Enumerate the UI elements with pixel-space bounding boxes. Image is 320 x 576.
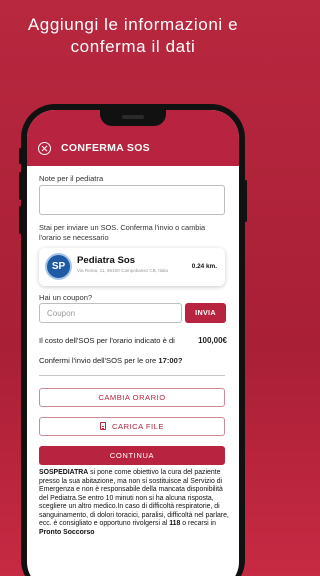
pediatrician-distance: 0.24 km.	[191, 263, 217, 270]
sos-info-text: Stai per inviare un SOS. Conferma l'invi…	[39, 223, 206, 242]
confirm-time: 17:00?	[158, 356, 183, 365]
cost-label: Il costo dell'SOS per l'orario indicato …	[39, 336, 175, 345]
continue-label: CONTINUA	[109, 451, 155, 460]
phone-volume-up	[19, 172, 21, 200]
close-circle-icon[interactable]	[38, 142, 51, 155]
upload-file-button[interactable]: CARICA FILE	[39, 417, 225, 436]
change-time-label: CAMBIA ORARIO	[98, 393, 166, 402]
invia-button[interactable]: INVIA	[185, 303, 226, 323]
change-time-button[interactable]: CAMBIA ORARIO	[39, 388, 225, 407]
pediatrician-address: Via Roma, 11, 86100 Campobasso CB, Itali…	[77, 268, 168, 273]
cost-value: 100,00€	[198, 336, 227, 345]
confirm-time-row: Confermi l'invio dell'SOS per le ore 17:…	[39, 356, 182, 365]
disclaimer-body-1: si pone come obiettivo la cura del pazie…	[39, 469, 229, 527]
disclaimer-body-2: o recarsi in	[180, 520, 216, 527]
cost-row: Il costo dell'SOS per l'orario indicato …	[39, 336, 227, 345]
pediatrician-card[interactable]: SP Pediatra Sos Via Roma, 11, 86100 Camp…	[39, 248, 225, 286]
confirm-prefix: Confermi l'invio dell'SOS per le ore	[39, 356, 157, 365]
headline-line-2: conferma il dati	[70, 37, 196, 56]
phone-power-button	[245, 180, 247, 222]
upload-file-label: CARICA FILE	[112, 422, 164, 431]
coupon-label: Hai un coupon?	[39, 293, 93, 302]
phone-volume-down	[19, 206, 21, 234]
phone-side-button	[19, 148, 21, 164]
disclaimer-er-name: Pronto Soccorso	[39, 528, 95, 536]
coupon-input[interactable]: Coupon	[39, 303, 182, 323]
disclaimer-emergency-number: 118	[169, 520, 181, 527]
headline-line-1: Aggiungi le informazioni e	[27, 15, 239, 34]
notes-label: Note per il pediatra	[39, 174, 104, 183]
promo-headline: Aggiungi le informazioni e conferma il d…	[0, 14, 266, 58]
notes-input[interactable]	[39, 185, 225, 215]
disclaimer-brand: SOSPEDIATRA	[39, 469, 89, 476]
continue-button[interactable]: CONTINUA	[39, 446, 225, 465]
divider	[39, 375, 225, 376]
disclaimer-text: SOSPEDIATRA si pone come obiettivo la cu…	[39, 469, 231, 537]
screen-title: CONFERMA SOS	[61, 142, 150, 154]
pediatrician-logo: SP	[45, 253, 72, 280]
pediatrician-name: Pediatra Sos	[77, 255, 136, 266]
phone-notch	[100, 110, 166, 126]
app-screen: CONFERMA SOS Note per il pediatra Stai p…	[27, 110, 239, 576]
file-icon	[100, 422, 107, 430]
